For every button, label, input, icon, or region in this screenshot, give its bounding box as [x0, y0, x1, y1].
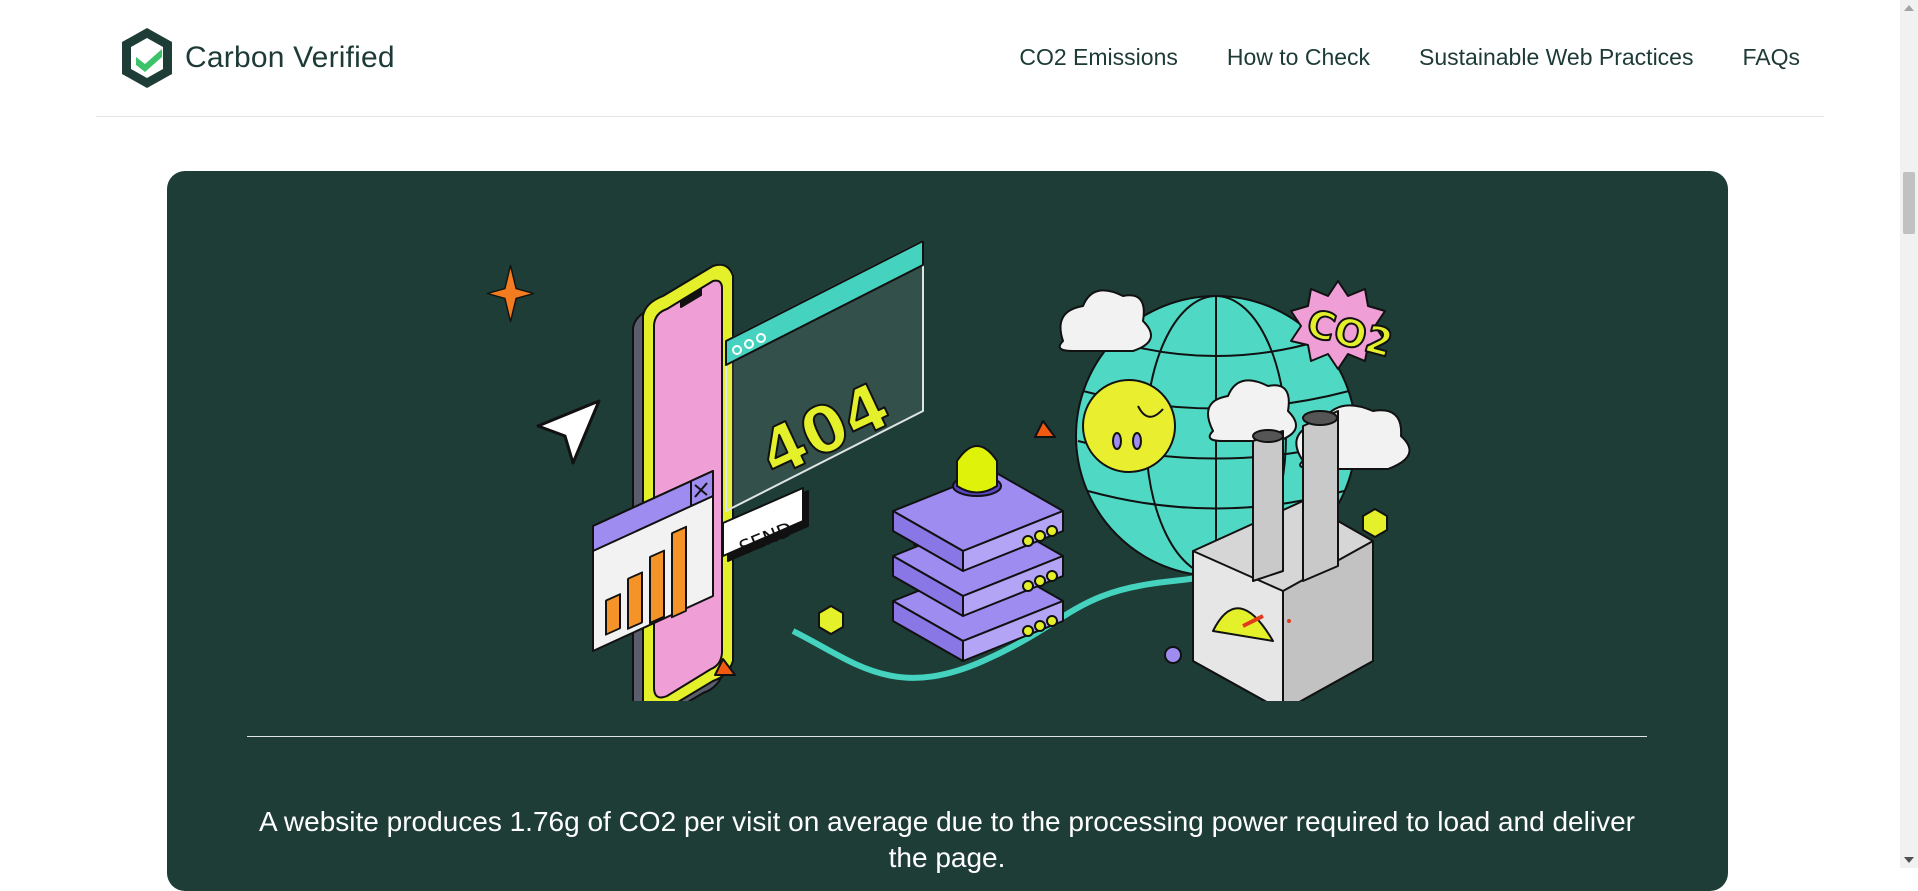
hero-caption: A website produces 1.76g of CO2 per visi… [259, 806, 1635, 873]
hero-card: 404 SEND CO2 A website produces 1.76g of… [167, 171, 1728, 891]
scroll-down-arrow-icon[interactable] [1904, 857, 1914, 863]
nav-co2-emissions[interactable]: CO2 Emissions [1019, 44, 1177, 71]
brand-name: Carbon Verified [185, 41, 395, 74]
scroll-thumb[interactable] [1903, 172, 1915, 234]
site-header: Carbon Verified CO2 Emissions How to Che… [96, 0, 1824, 117]
nav-how-to-check[interactable]: How to Check [1227, 44, 1370, 71]
nav-faqs[interactable]: FAQs [1742, 44, 1800, 71]
main-nav: CO2 Emissions How to Check Sustainable W… [1019, 44, 1800, 71]
hero-divider [247, 736, 1647, 737]
brand-logo[interactable]: Carbon Verified [119, 26, 395, 90]
page-scrollbar[interactable] [1900, 0, 1918, 868]
nav-sustainable-web-practices[interactable]: Sustainable Web Practices [1419, 44, 1693, 71]
co2-website-illustration: 404 SEND CO2 [486, 241, 1411, 701]
scroll-up-arrow-icon[interactable] [1904, 5, 1914, 11]
hexagon-check-icon [122, 28, 172, 88]
